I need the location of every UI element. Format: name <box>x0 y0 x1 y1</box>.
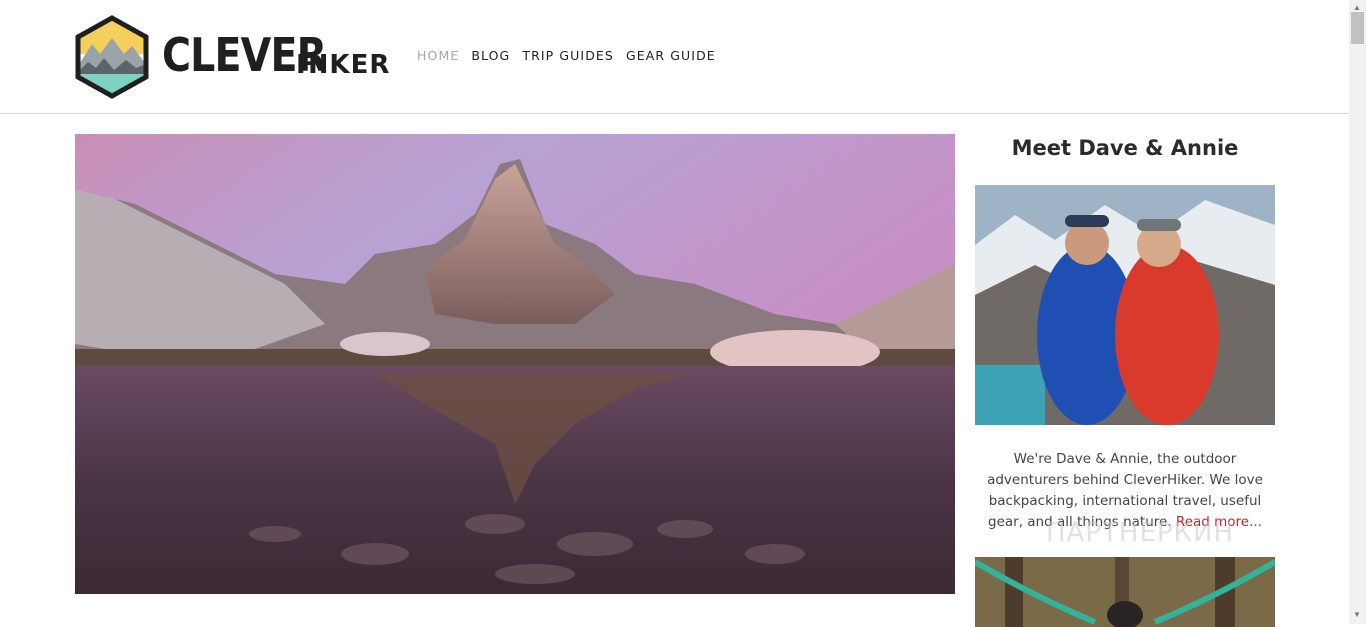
nav-blog[interactable]: BLOG <box>471 48 510 63</box>
dave-annie-photo[interactable] <box>975 185 1275 425</box>
brand-wordmark: CLEVER HIKER <box>162 28 389 82</box>
mountain-badge-icon <box>75 15 149 99</box>
site-logo[interactable]: CLEVER HIKER <box>74 14 394 100</box>
couple-hiking-photo <box>975 185 1275 425</box>
hero-image[interactable] <box>75 134 955 594</box>
nav-home[interactable]: HOME <box>417 48 459 63</box>
site-header: CLEVER HIKER HOME BLOG TRIP GUIDES GEAR … <box>0 0 1349 114</box>
mountain-lake-photo <box>75 134 955 594</box>
scroll-up-icon[interactable]: ▲ <box>1353 3 1361 12</box>
nav-gear-guide[interactable]: GEAR GUIDE <box>626 48 716 63</box>
scroll-down-icon[interactable]: ▼ <box>1353 610 1361 619</box>
hammock-photo[interactable] <box>975 557 1275 627</box>
page-scrollbar[interactable]: ▲ ▼ <box>1349 0 1366 624</box>
brand-name-hiker: HIKER <box>296 50 391 80</box>
nav-trip-guides[interactable]: TRIP GUIDES <box>522 48 614 63</box>
sidebar-title: Meet Dave & Annie <box>1011 136 1239 160</box>
scroll-thumb[interactable] <box>1351 12 1364 44</box>
main-nav: HOME BLOG TRIP GUIDES GEAR GUIDE <box>417 48 728 63</box>
hammock-forest-photo <box>975 557 1275 627</box>
watermark: ПАРТНЕРКИН <box>1046 518 1235 548</box>
